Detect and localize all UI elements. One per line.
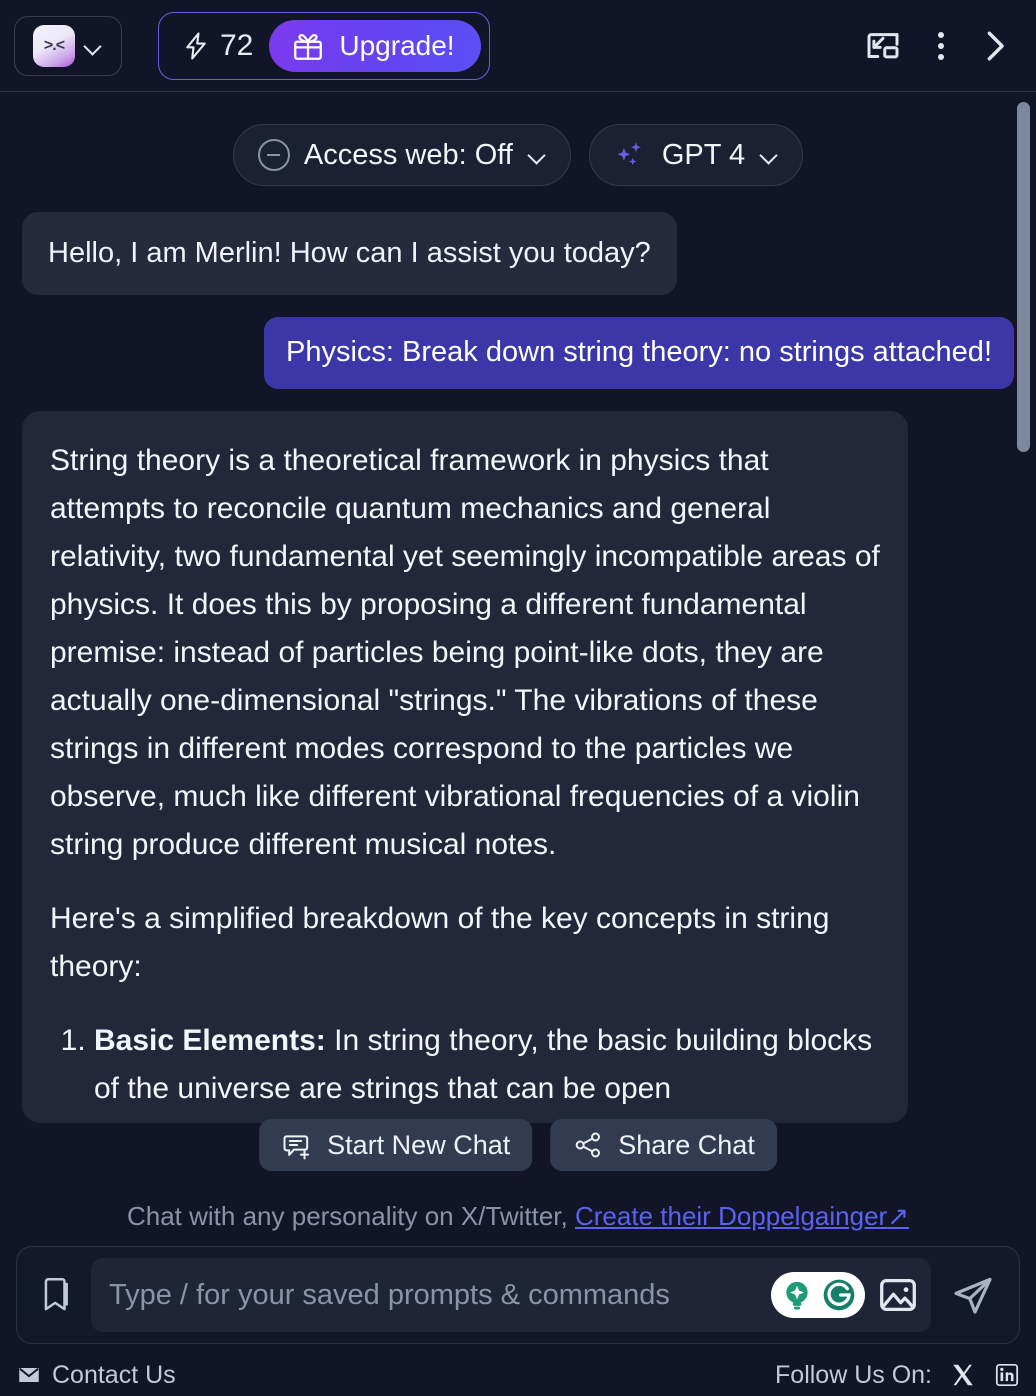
answer-paragraph-1: String theory is a theoretical framework…	[50, 443, 880, 861]
circle-minus-icon	[257, 139, 290, 171]
web-access-label: Access web: Off	[303, 138, 513, 171]
chevron-down-icon[interactable]	[83, 36, 103, 56]
list-item-title: Basic Elements:	[94, 1023, 326, 1057]
conversation-options-bar: Access web: Off GPT 4	[22, 92, 1014, 212]
grammarly-g-icon	[823, 1279, 855, 1311]
credits-upgrade-group: 72 Upgrade!	[158, 11, 490, 80]
lightning-bolt-icon	[186, 31, 206, 60]
external-link-arrow-icon: ↗	[887, 1201, 909, 1231]
promo-banner: Chat with any personality on X/Twitter, …	[0, 1189, 1036, 1246]
promo-text: Chat with any personality on X/Twitter,	[126, 1201, 568, 1231]
prompt-input-wrapper[interactable]: Type / for your saved prompts & commands	[91, 1258, 931, 1332]
sparkles-icon	[617, 142, 641, 166]
share-nodes-icon	[575, 1132, 601, 1158]
header-actions	[862, 24, 1018, 68]
model-selector[interactable]: GPT 4	[588, 124, 804, 186]
floating-chat-actions: Start New Chat Share Chat	[259, 1119, 777, 1171]
avatar: >.<	[33, 24, 75, 67]
social-links: Follow Us On:	[775, 1361, 1020, 1390]
answer-paragraph-2: Here's a simplified breakdown of the key…	[50, 901, 830, 983]
contact-us-label: Contact Us	[52, 1360, 176, 1389]
credits-counter[interactable]: 72	[181, 29, 253, 63]
contact-us-link[interactable]: Contact Us	[16, 1361, 176, 1390]
web-access-selector[interactable]: Access web: Off	[232, 124, 571, 186]
assistant-answer-bubble: String theory is a theoretical framework…	[22, 410, 908, 1123]
scrollbar-thumb[interactable]	[1017, 102, 1030, 452]
envelope-icon	[19, 1367, 39, 1383]
three-dots-vertical-icon[interactable]	[934, 28, 948, 64]
x-twitter-icon[interactable]	[950, 1362, 976, 1388]
start-new-chat-label: Start New Chat	[327, 1129, 511, 1160]
message-row-user: Physics: Break down string theory: no st…	[22, 317, 1014, 389]
upgrade-button-label: Upgrade!	[339, 29, 455, 61]
app-header: >.< 72 Upgrade!	[0, 0, 1036, 92]
share-chat-button[interactable]: Share Chat	[550, 1119, 777, 1171]
assist-tools-pill[interactable]	[771, 1272, 865, 1318]
chat-scroll-area[interactable]: Access web: Off GPT 4 Hello, I am Merlin…	[0, 92, 1036, 1189]
send-paper-plane-icon	[954, 1277, 992, 1314]
chevron-right-icon[interactable]	[978, 24, 1012, 68]
linkedin-icon[interactable]	[994, 1362, 1020, 1388]
bookmark-icon[interactable]	[35, 1271, 77, 1319]
send-button[interactable]	[945, 1271, 1005, 1319]
prompt-input[interactable]: Type / for your saved prompts & commands	[109, 1279, 761, 1312]
model-label: GPT 4	[661, 138, 746, 171]
chat-plus-icon	[283, 1135, 310, 1160]
chevron-down-icon[interactable]	[529, 147, 546, 164]
share-chat-label: Share Chat	[618, 1129, 755, 1160]
user-message-bubble: Physics: Break down string theory: no st…	[263, 317, 1014, 389]
answer-list: Basic Elements: In string theory, the ba…	[94, 1017, 880, 1113]
start-new-chat-button[interactable]: Start New Chat	[259, 1119, 533, 1171]
gift-icon	[294, 33, 323, 60]
credits-count: 72	[220, 28, 254, 62]
doppelgainger-link[interactable]: Create their Doppelgainger↗	[575, 1201, 909, 1231]
list-item: Basic Elements: In string theory, the ba…	[94, 1017, 880, 1113]
lightbulb-sparkle-icon	[786, 1281, 808, 1310]
chevron-down-icon[interactable]	[761, 147, 778, 164]
composer-bar: Type / for your saved prompts & commands	[16, 1246, 1020, 1344]
upgrade-button[interactable]: Upgrade!	[269, 19, 481, 72]
app-footer: Contact Us Follow Us On:	[0, 1354, 1036, 1396]
scrollbar-track[interactable]	[1017, 92, 1032, 1189]
message-row-assistant-greeting: Hello, I am Merlin! How can I assist you…	[22, 212, 1014, 296]
message-row-assistant-answer: String theory is a theoretical framework…	[22, 410, 1014, 1123]
image-upload-icon[interactable]	[875, 1272, 921, 1318]
assistant-greeting-bubble: Hello, I am Merlin! How can I assist you…	[22, 212, 677, 296]
picture-in-picture-icon[interactable]	[862, 25, 904, 67]
follow-us-label: Follow Us On:	[775, 1360, 932, 1389]
account-switcher[interactable]: >.<	[14, 15, 122, 76]
doppelgainger-link-label: Create their Doppelgainger	[575, 1201, 888, 1231]
